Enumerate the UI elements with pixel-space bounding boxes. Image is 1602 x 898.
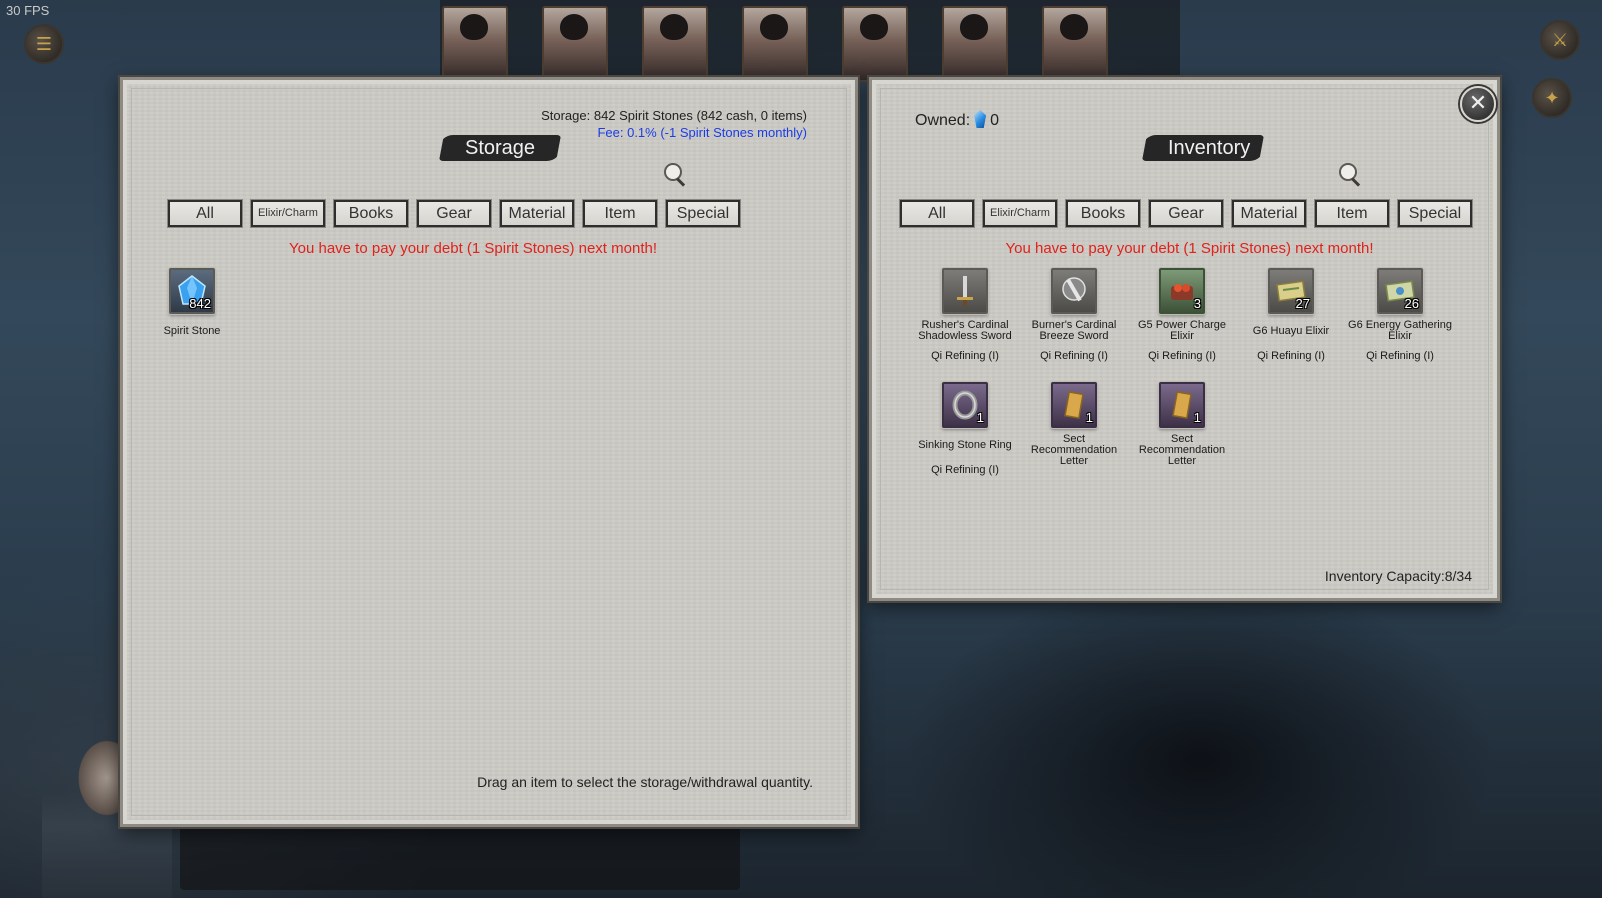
- storage-item-spirit-stone[interactable]: 842 Spirit Stone: [137, 268, 247, 342]
- inventory-capacity: Inventory Capacity:8/34: [1324, 568, 1472, 584]
- inventory-item[interactable]: 27 G6 Huayu Elixir Qi Refining (I): [1236, 268, 1346, 362]
- party-portrait-strip: [440, 0, 1180, 82]
- storage-filter-tabs: All Elixir/Charm Books Gear Material Ite…: [168, 200, 740, 227]
- close-button[interactable]: ✕: [1460, 86, 1496, 122]
- inventory-item[interactable]: Rusher's Cardinal Shadowless Sword Qi Re…: [910, 268, 1020, 362]
- tab-material[interactable]: Material: [1232, 200, 1306, 227]
- item-quantity: 1: [1193, 410, 1201, 425]
- tab-gear[interactable]: Gear: [417, 200, 491, 227]
- close-icon: ✕: [1468, 90, 1488, 115]
- storage-summary: Storage: 842 Spirit Stones (842 cash, 0 …: [541, 108, 807, 123]
- party-portrait[interactable]: [442, 6, 508, 82]
- tab-books[interactable]: Books: [334, 200, 408, 227]
- tab-item[interactable]: Item: [1315, 200, 1389, 227]
- inventory-panel: Owned: 0 Inventory All Elixir/Charm Books…: [869, 77, 1500, 601]
- sword-icon: [944, 270, 986, 312]
- sword-icon: [1053, 270, 1095, 312]
- inventory-item[interactable]: 1 Sect Recommendation Letter: [1019, 382, 1129, 467]
- item-name: G5 Power Charge Elixir: [1137, 319, 1227, 342]
- item-slot[interactable]: [1051, 268, 1097, 314]
- party-portrait[interactable]: [742, 6, 808, 82]
- storage-panel: Storage: 842 Spirit Stones (842 cash, 0 …: [120, 77, 858, 827]
- item-slot[interactable]: [942, 268, 988, 314]
- search-icon[interactable]: [1337, 161, 1363, 187]
- tab-special[interactable]: Special: [1398, 200, 1472, 227]
- owned-label: Owned:: [915, 112, 971, 129]
- inventory-item[interactable]: Burner's Cardinal Breeze Sword Qi Refini…: [1019, 268, 1129, 362]
- item-realm: Qi Refining (I): [931, 350, 999, 362]
- item-slot[interactable]: 1: [942, 382, 988, 428]
- party-portrait[interactable]: [542, 6, 608, 82]
- item-realm: Qi Refining (I): [1148, 350, 1216, 362]
- item-realm: Qi Refining (I): [931, 464, 999, 476]
- tab-all[interactable]: All: [168, 200, 242, 227]
- tab-material[interactable]: Material: [500, 200, 574, 227]
- item-quantity: 27: [1295, 296, 1310, 311]
- inventory-item[interactable]: 1 Sinking Stone Ring Qi Refining (I): [910, 382, 1020, 476]
- item-slot[interactable]: 1: [1051, 382, 1097, 428]
- item-realm: Qi Refining (I): [1040, 350, 1108, 362]
- inventory-item[interactable]: 26 G6 Energy Gathering Elixir Qi Refinin…: [1345, 268, 1455, 362]
- compass-hud-icon[interactable]: ✦: [1532, 78, 1572, 118]
- item-name: Sect Recommendation Letter: [1030, 433, 1118, 467]
- item-slot[interactable]: 1: [1159, 382, 1205, 428]
- party-portrait[interactable]: [942, 6, 1008, 82]
- item-name: G6 Energy Gathering Elixir: [1348, 319, 1452, 342]
- bottom-hud-bar: [180, 826, 740, 890]
- item-quantity: 1: [1085, 410, 1093, 425]
- debt-warning: You have to pay your debt (1 Spirit Ston…: [1005, 240, 1374, 257]
- item-name: G6 Huayu Elixir: [1252, 324, 1330, 337]
- item-quantity: 26: [1404, 296, 1419, 311]
- item-slot[interactable]: 26: [1377, 268, 1423, 314]
- fps-counter: 30 FPS: [6, 3, 50, 18]
- item-name: Sinking Stone Ring: [918, 438, 1012, 451]
- inventory-title: Inventory: [1142, 135, 1264, 161]
- tab-special[interactable]: Special: [666, 200, 740, 227]
- item-slot[interactable]: 3: [1159, 268, 1205, 314]
- item-name: Spirit Stone: [163, 324, 221, 337]
- tab-item[interactable]: Item: [583, 200, 657, 227]
- party-portrait[interactable]: [1042, 6, 1108, 82]
- item-quantity: 842: [189, 296, 211, 311]
- item-slot[interactable]: 27: [1268, 268, 1314, 314]
- tab-books[interactable]: Books: [1066, 200, 1140, 227]
- item-quantity: 3: [1193, 296, 1201, 311]
- item-name: Burner's Cardinal Breeze Sword: [1031, 319, 1117, 342]
- owned-spirit-stones: Owned: 0: [915, 110, 999, 130]
- tab-gear[interactable]: Gear: [1149, 200, 1223, 227]
- item-realm: Qi Refining (I): [1366, 350, 1434, 362]
- debt-warning: You have to pay your debt (1 Spirit Ston…: [289, 240, 657, 257]
- owned-value: 0: [990, 112, 1000, 129]
- party-portrait[interactable]: [642, 6, 708, 82]
- item-slot[interactable]: 842: [169, 268, 215, 314]
- inventory-item[interactable]: 1 Sect Recommendation Letter: [1127, 382, 1237, 467]
- item-realm: Qi Refining (I): [1257, 350, 1325, 362]
- menu-icon[interactable]: ☰: [24, 24, 64, 64]
- storage-instructions: Drag an item to select the storage/withd…: [477, 774, 813, 790]
- item-quantity: 1: [976, 410, 984, 425]
- tab-all[interactable]: All: [900, 200, 974, 227]
- inventory-item[interactable]: 3 G5 Power Charge Elixir Qi Refining (I): [1127, 268, 1237, 362]
- item-name: Rusher's Cardinal Shadowless Sword: [918, 319, 1012, 342]
- sword-hud-icon[interactable]: ⚔: [1540, 20, 1580, 60]
- inventory-filter-tabs: All Elixir/Charm Books Gear Material Ite…: [900, 200, 1472, 227]
- item-name: Sect Recommendation Letter: [1138, 433, 1226, 467]
- tab-elixir-charm[interactable]: Elixir/Charm: [251, 200, 325, 227]
- storage-title: Storage: [439, 135, 561, 161]
- party-portrait[interactable]: [842, 6, 908, 82]
- spirit-stone-icon: [974, 110, 987, 128]
- tab-elixir-charm[interactable]: Elixir/Charm: [983, 200, 1057, 227]
- search-icon[interactable]: [662, 161, 688, 187]
